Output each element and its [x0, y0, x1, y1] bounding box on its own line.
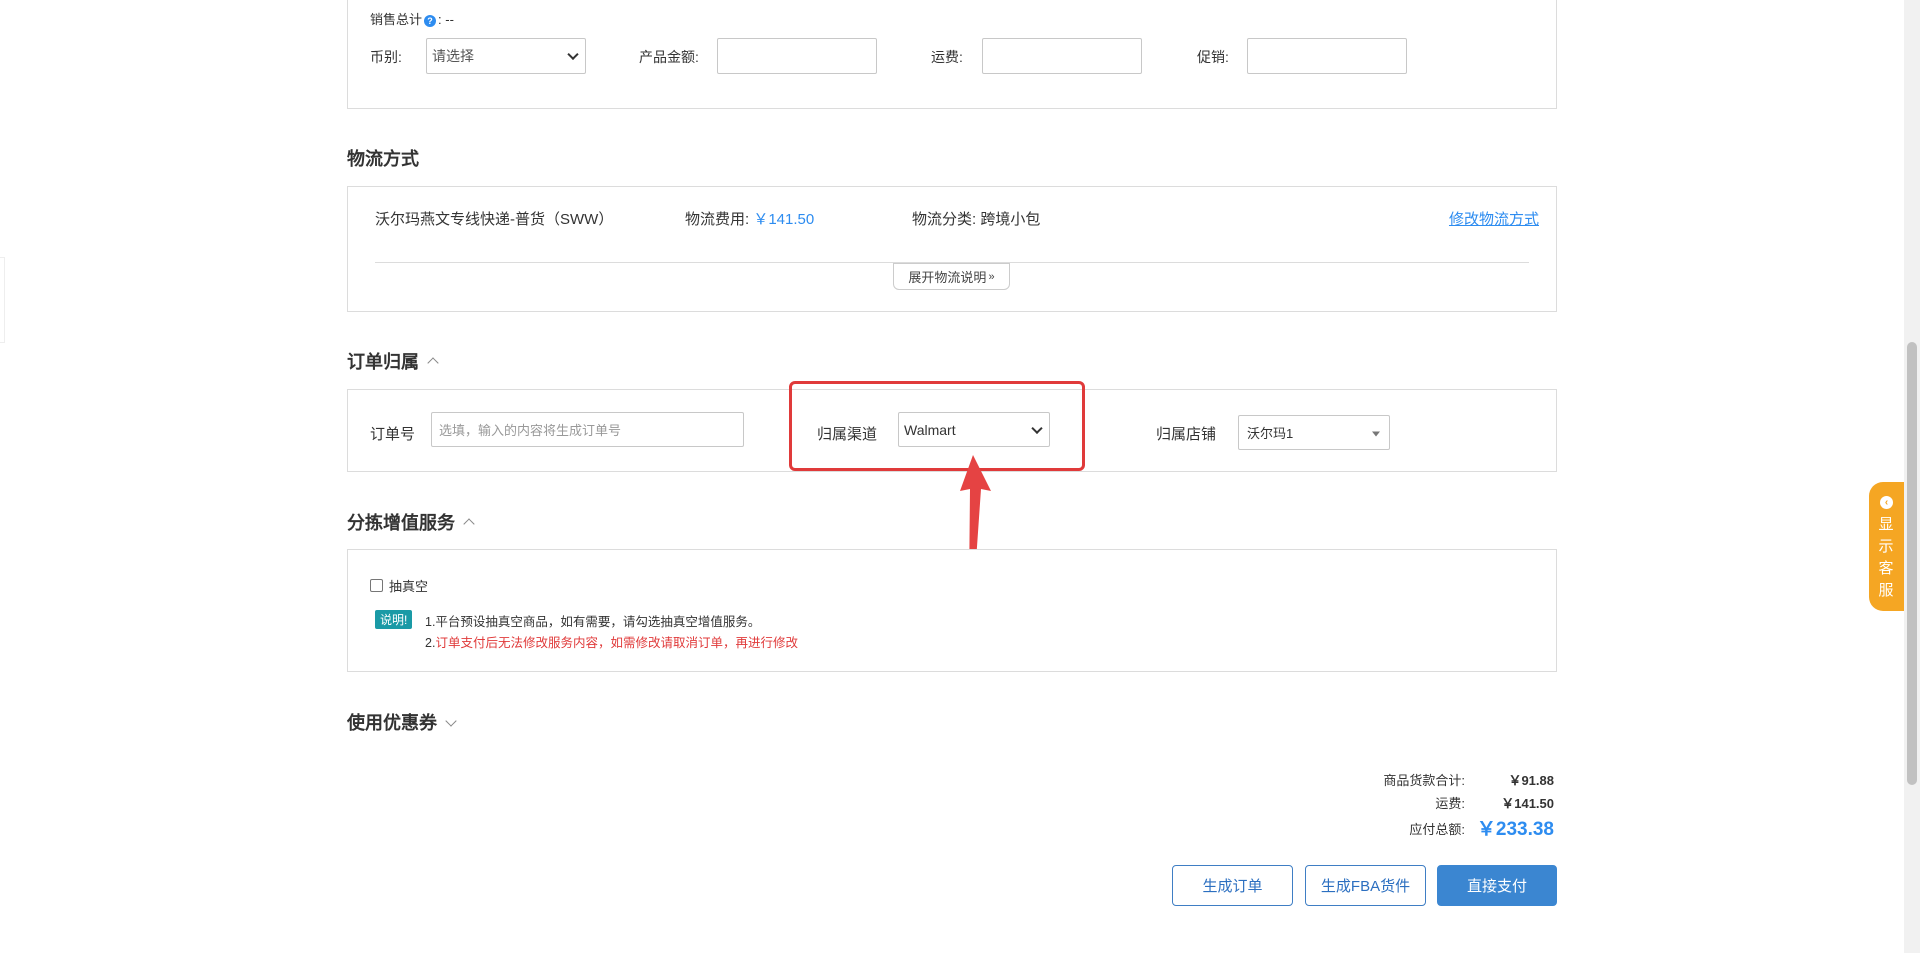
shipping-total-label: 运费: [1435, 796, 1465, 811]
currency-select-value: 请选择 [432, 48, 474, 64]
shipping-total-value: ￥141.50 [1501, 796, 1554, 811]
chevron-left-circle-icon: ‹ [1880, 496, 1893, 509]
customer-service-label: 显示客服 [1878, 516, 1894, 599]
logistics-fee-label: 物流费用: [685, 211, 750, 228]
note-line-1: 1.平台预设抽真空商品，如有需要，请勾选抽真空增值服务。 [425, 615, 761, 629]
product-amount-input[interactable] [717, 38, 877, 74]
generate-order-button[interactable]: 生成订单 [1172, 865, 1293, 906]
logistics-method-name: 沃尔玛燕文专线快递-普货（SWW） [375, 211, 614, 228]
order-attribution-title[interactable]: 订单归属 [347, 348, 439, 374]
product-amount-label: 产品金额: [639, 49, 699, 65]
page-scrollbar[interactable] [1904, 0, 1920, 953]
customer-service-tab[interactable]: ‹ 显示客服 [1869, 482, 1905, 611]
sorting-service-title[interactable]: 分拣增值服务 [347, 509, 475, 535]
vacuum-checkbox[interactable] [370, 579, 383, 592]
coupon-title[interactable]: 使用优惠券 [347, 709, 457, 735]
left-edge-panel [0, 257, 5, 343]
expand-logistics-label: 展开物流说明 [908, 270, 987, 285]
scrollbar-thumb[interactable] [1907, 342, 1917, 785]
order-no-label: 订单号 [370, 426, 416, 443]
pay-direct-button[interactable]: 直接支付 [1437, 865, 1557, 906]
vacuum-checkbox-label: 抽真空 [389, 579, 429, 594]
logistics-category-value: 跨境小包 [980, 211, 1041, 228]
currency-label: 币别: [370, 49, 402, 65]
triangle-down-icon [1372, 431, 1380, 436]
order-no-input[interactable]: 选填，输入的内容将生成订单号 [431, 412, 744, 447]
logistics-fee: 物流费用: ￥141.50 [685, 208, 814, 229]
order-no-placeholder: 选填，输入的内容将生成订单号 [439, 423, 622, 438]
modify-logistics-link[interactable]: 修改物流方式 [1449, 208, 1539, 229]
shipping-fee-label: 运费: [931, 49, 963, 65]
logistics-category: 物流分类: 跨境小包 [912, 208, 1040, 229]
payable-total-value: ￥233.38 [1476, 819, 1554, 840]
logistics-fee-value: ￥141.50 [753, 211, 815, 228]
sales-form-panel: 销售总计?: -- 币别: 请选择 产品金额: 运费: 促销: [347, 0, 1557, 109]
expand-logistics-button[interactable]: 展开物流说明» [893, 263, 1010, 290]
sorting-service-panel: 抽真空 说明! 1.平台预设抽真空商品，如有需要，请勾选抽真空增值服务。 2.订… [347, 549, 1557, 672]
order-attribution-label: 订单归属 [347, 352, 419, 372]
logistics-panel: 沃尔玛燕文专线快递-普货（SWW） 物流费用: ￥141.50 物流分类: 跨境… [347, 186, 1557, 312]
note-line-2-prefix: 2. [425, 636, 436, 650]
store-select[interactable]: 沃尔玛1 [1238, 415, 1390, 450]
help-icon[interactable]: ? [424, 15, 437, 27]
sales-total-row: 销售总计?: -- [370, 12, 454, 27]
note-line-2: 2.订单支付后无法修改服务内容，如需修改请取消订单，再进行修改 [425, 632, 798, 651]
chevron-down-icon [445, 715, 457, 727]
goods-total-label: 商品货款合计: [1383, 773, 1465, 788]
sales-total-value: -- [445, 12, 454, 27]
promotion-input[interactable] [1247, 38, 1407, 74]
logistics-title: 物流方式 [347, 149, 419, 169]
promotion-label: 促销: [1197, 49, 1229, 65]
store-label: 归属店铺 [1156, 426, 1217, 443]
currency-select[interactable]: 请选择 [426, 38, 586, 74]
note-line-2-text: 订单支付后无法修改服务内容，如需修改请取消订单，再进行修改 [435, 636, 798, 650]
vacuum-checkbox-row[interactable]: 抽真空 [370, 576, 428, 595]
shipping-fee-input[interactable] [982, 38, 1142, 74]
store-select-value: 沃尔玛1 [1247, 426, 1294, 441]
goods-total-value: ￥91.88 [1508, 773, 1554, 788]
chevron-down-icon [567, 48, 579, 61]
sorting-service-label: 分拣增值服务 [347, 513, 455, 533]
coupon-label: 使用优惠券 [347, 713, 437, 733]
chevron-up-icon [463, 518, 475, 530]
highlight-box [789, 381, 1085, 471]
logistics-category-label: 物流分类: [912, 211, 977, 228]
chevron-up-icon [427, 357, 439, 369]
note-badge: 说明! [375, 610, 413, 629]
double-chevron-down-icon: » [988, 270, 995, 283]
generate-fba-button[interactable]: 生成FBA货件 [1305, 865, 1426, 906]
sales-total-label: 销售总计 [370, 12, 423, 27]
